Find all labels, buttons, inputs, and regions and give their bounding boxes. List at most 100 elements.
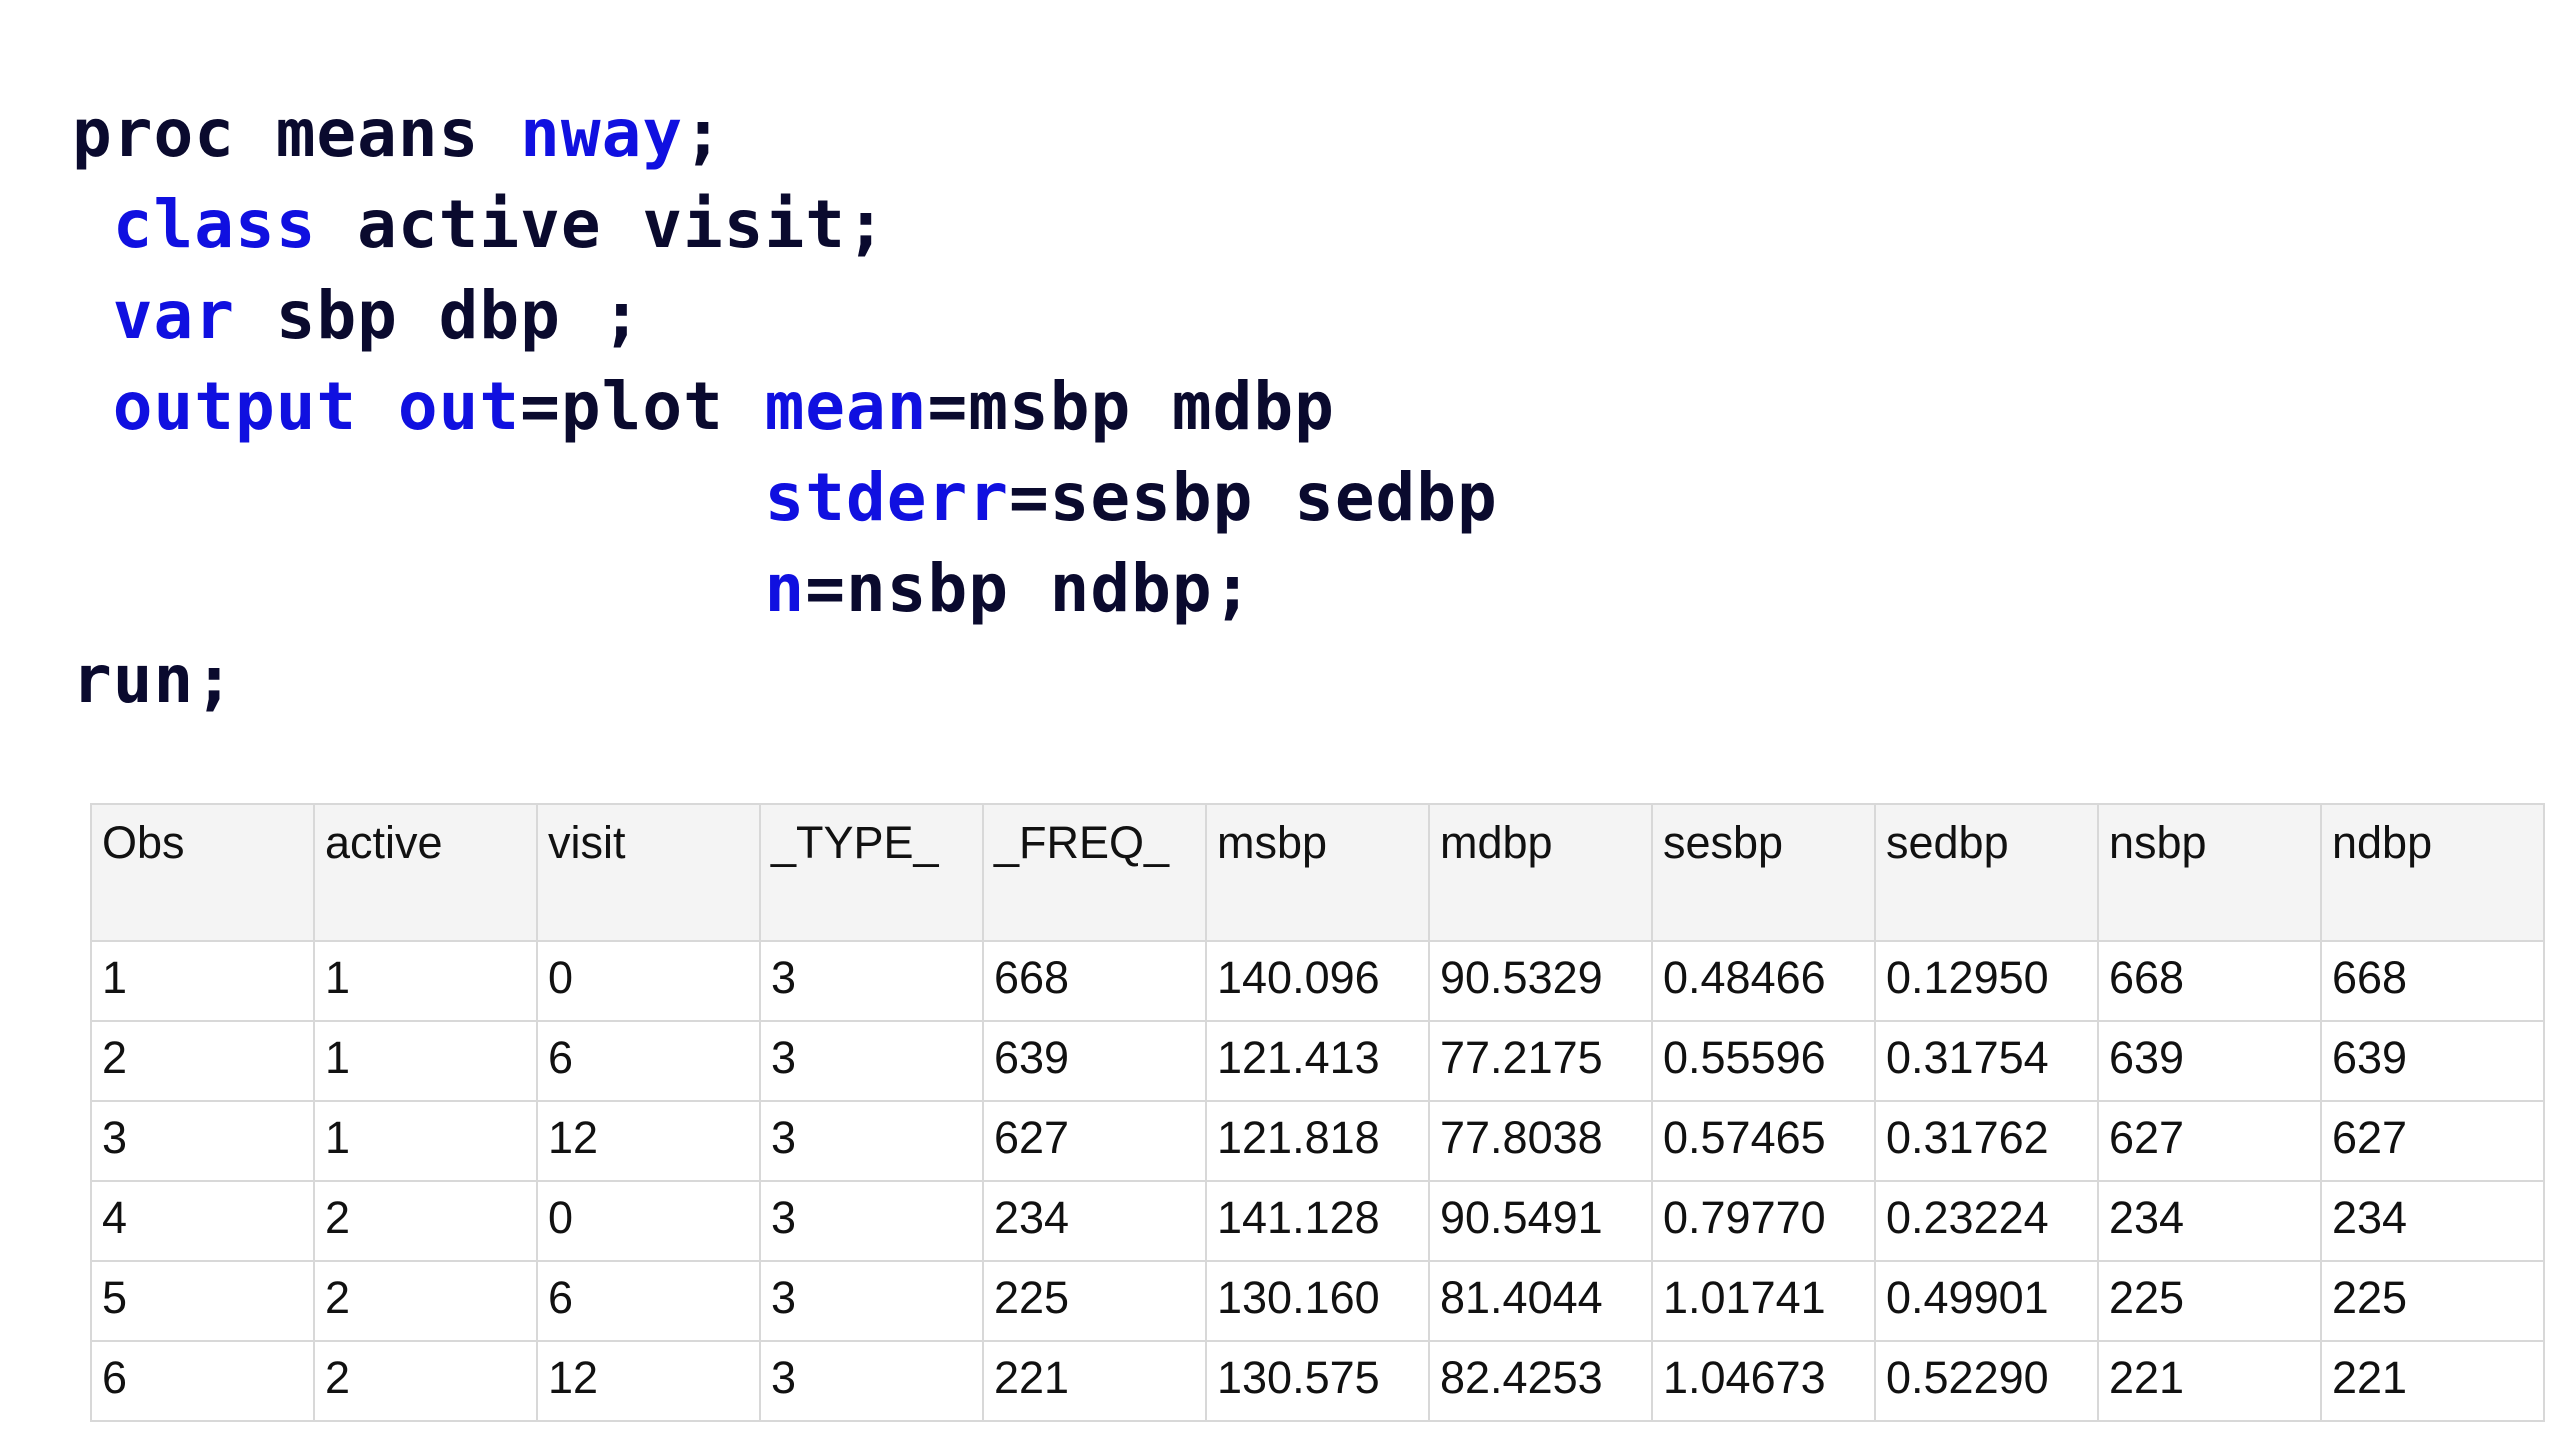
table-cell: 234 (2320, 1180, 2545, 1262)
column-header: nsbp (2097, 803, 2322, 942)
table-cell: 6 (536, 1260, 761, 1342)
table-header-row: Obs active visit _TYPE_ _FREQ_ msbp mdbp… (90, 803, 2545, 942)
table-row: 2 1 6 3 639 121.413 77.2175 0.55596 0.31… (90, 1020, 2545, 1102)
table-cell: 3 (90, 1100, 315, 1182)
table-cell: 77.8038 (1428, 1100, 1653, 1182)
table-cell: 1 (313, 1100, 538, 1182)
table-cell: 3 (759, 940, 984, 1022)
table-cell: 3 (759, 1100, 984, 1182)
column-header: _TYPE_ (759, 803, 984, 942)
table-cell: 221 (2320, 1340, 2545, 1422)
code-keyword: out (397, 368, 521, 445)
table-cell: 2 (313, 1260, 538, 1342)
table-cell: 3 (759, 1180, 984, 1262)
table-cell: 1 (313, 940, 538, 1022)
table-cell: 6 (90, 1340, 315, 1422)
table-cell: 2 (90, 1020, 315, 1102)
table-cell: 130.575 (1205, 1340, 1430, 1422)
table-cell: 0.55596 (1651, 1020, 1876, 1102)
table-cell: 0 (536, 1180, 761, 1262)
table-cell: 77.2175 (1428, 1020, 1653, 1102)
table-cell: 225 (2097, 1260, 2322, 1342)
column-header: sesbp (1651, 803, 1876, 942)
table-cell: 3 (759, 1020, 984, 1102)
table-cell: 121.413 (1205, 1020, 1430, 1102)
sas-code-block: proc means nway; class active visit; var… (72, 88, 1498, 725)
code-token: active visit; (316, 186, 887, 263)
code-line-5: stderr=sesbp sedbp (72, 452, 1498, 543)
code-line-6: n=nsbp ndbp; (72, 543, 1498, 634)
code-keyword: stderr (764, 459, 1009, 536)
code-line-3: var sbp dbp ; (72, 270, 1498, 361)
table-cell: 82.4253 (1428, 1340, 1653, 1422)
table-cell: 12 (536, 1100, 761, 1182)
column-header: msbp (1205, 803, 1430, 942)
table-cell: 2 (313, 1180, 538, 1262)
table-cell: 90.5491 (1428, 1180, 1653, 1262)
table-cell: 639 (982, 1020, 1207, 1102)
table-row: 4 2 0 3 234 141.128 90.5491 0.79770 0.23… (90, 1180, 2545, 1262)
table-cell: 668 (2097, 940, 2322, 1022)
table-cell: 639 (2320, 1020, 2545, 1102)
table-cell: 639 (2097, 1020, 2322, 1102)
table-cell: 221 (2097, 1340, 2322, 1422)
table-cell: 90.5329 (1428, 940, 1653, 1022)
table-cell: 0.79770 (1651, 1180, 1876, 1262)
column-header: Obs (90, 803, 315, 942)
table-cell: 4 (90, 1180, 315, 1262)
code-keyword: output (112, 368, 358, 445)
table-cell: 0.57465 (1651, 1100, 1876, 1182)
code-token: =nsbp ndbp; (805, 550, 1254, 627)
table-cell: 234 (2097, 1180, 2322, 1262)
table-cell: 130.160 (1205, 1260, 1430, 1342)
code-token: ; (194, 641, 235, 718)
table-cell: 0.48466 (1651, 940, 1876, 1022)
table-cell: 5 (90, 1260, 315, 1342)
table-cell: 1.01741 (1651, 1260, 1876, 1342)
table-cell: 3 (759, 1260, 984, 1342)
code-keyword: var (112, 277, 235, 354)
table-cell: 225 (982, 1260, 1207, 1342)
table-cell: 0.12950 (1874, 940, 2099, 1022)
table-cell: 668 (2320, 940, 2545, 1022)
column-header: visit (536, 803, 761, 942)
code-token: =plot (520, 368, 765, 445)
code-token: means (275, 95, 521, 172)
column-header: ndbp (2320, 803, 2545, 942)
code-keyword: n (764, 550, 806, 627)
table-cell: 12 (536, 1340, 761, 1422)
code-token: run (72, 641, 195, 718)
code-keyword: mean (764, 368, 928, 445)
table-cell: 0.31754 (1874, 1020, 2099, 1102)
table-row: 5 2 6 3 225 130.160 81.4044 1.01741 0.49… (90, 1260, 2545, 1342)
table-cell: 221 (982, 1340, 1207, 1422)
column-header: _FREQ_ (982, 803, 1207, 942)
slide: proc means nway; class active visit; var… (0, 0, 2560, 1440)
table-row: 1 1 0 3 668 140.096 90.5329 0.48466 0.12… (90, 940, 2545, 1022)
proc-means-output-table: Obs active visit _TYPE_ _FREQ_ msbp mdbp… (90, 803, 2545, 1422)
table-cell: 1 (90, 940, 315, 1022)
table-cell: 627 (2320, 1100, 2545, 1182)
code-token: ; (683, 95, 724, 172)
code-token: sbp dbp ; (234, 277, 643, 354)
table-cell: 141.128 (1205, 1180, 1430, 1262)
table-cell: 627 (2097, 1100, 2322, 1182)
table-cell: 2 (313, 1340, 538, 1422)
table-cell: 0.23224 (1874, 1180, 2099, 1262)
table-cell: 0.52290 (1874, 1340, 2099, 1422)
column-header: sedbp (1874, 803, 2099, 942)
table-cell: 234 (982, 1180, 1207, 1262)
table-cell: 121.818 (1205, 1100, 1430, 1182)
code-token: =msbp mdbp (927, 368, 1335, 445)
code-token: =sesbp sedbp (1008, 459, 1498, 536)
table-cell: 1.04673 (1651, 1340, 1876, 1422)
column-header: mdbp (1428, 803, 1653, 942)
table-row: 6 2 12 3 221 130.575 82.4253 1.04673 0.5… (90, 1340, 2545, 1422)
table-cell: 668 (982, 940, 1207, 1022)
